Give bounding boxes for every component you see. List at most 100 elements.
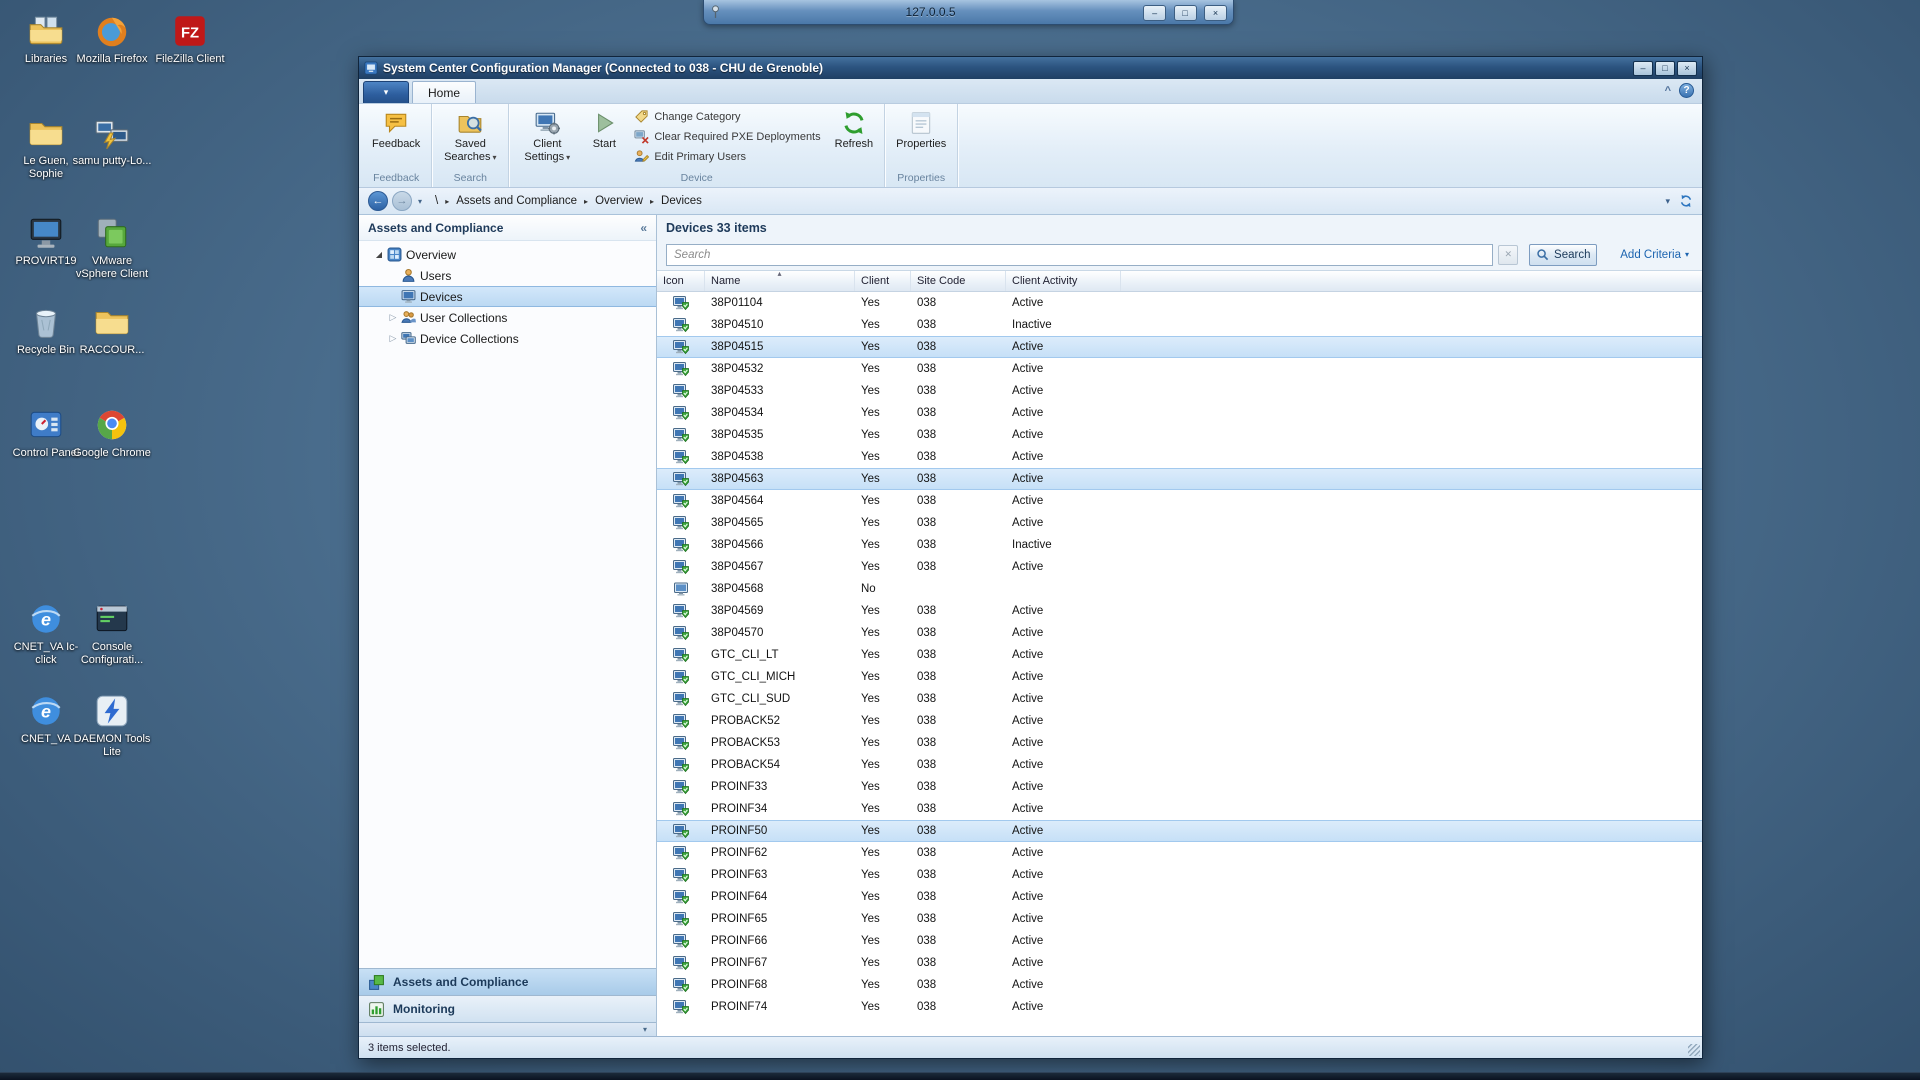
device-row-proinf50[interactable]: PROINF50Yes038Active [657, 820, 1702, 842]
ribbon-button-feedback[interactable]: Feedback [366, 106, 426, 171]
back-button[interactable]: ← [368, 191, 388, 211]
device-row-38p04533[interactable]: 38P04533Yes038Active [657, 380, 1702, 402]
search-input[interactable] [666, 244, 1493, 266]
device-row-38p04534[interactable]: 38P04534Yes038Active [657, 402, 1702, 424]
device-row-38p04567[interactable]: 38P04567Yes038Active [657, 556, 1702, 578]
rdp-minimize-button[interactable]: – [1143, 5, 1166, 21]
collapse-pane-icon[interactable]: « [640, 221, 647, 235]
chevron-down-icon[interactable]: ▾ [643, 1025, 647, 1034]
desktop-icon-filezilla-client[interactable]: FZFileZilla Client [150, 12, 230, 66]
ribbon-button-clear-required-pxe-deployments[interactable]: Clear Required PXE Deployments [630, 127, 824, 146]
rdp-close-button[interactable]: × [1204, 5, 1227, 21]
desktop-icon-daemon-tools-lite[interactable]: DAEMON Tools Lite [72, 692, 152, 759]
ribbon-button-client-settings[interactable]: Client Settings▾ [514, 106, 580, 171]
device-row-38p04565[interactable]: 38P04565Yes038Active [657, 512, 1702, 534]
pin-icon[interactable] [710, 4, 721, 20]
device-row-gtc-cli-mich[interactable]: GTC_CLI_MICHYes038Active [657, 666, 1702, 688]
ie-icon: e [27, 692, 65, 730]
device-row-38p04563[interactable]: 38P04563Yes038Active [657, 468, 1702, 490]
ribbon-button-edit-primary-users[interactable]: Edit Primary Users [630, 147, 824, 166]
device-row-proback53[interactable]: PROBACK53Yes038Active [657, 732, 1702, 754]
breadcrumb-item-assets-and-compliance[interactable]: Assets and Compliance [452, 193, 581, 209]
device-row-38p04515[interactable]: 38P04515Yes038Active [657, 336, 1702, 358]
device-row-proinf62[interactable]: PROINF62Yes038Active [657, 842, 1702, 864]
search-button[interactable]: Search [1529, 244, 1597, 266]
ribbon-button-start[interactable]: Start [582, 106, 626, 171]
column-header-icon[interactable]: Icon [657, 271, 705, 291]
tree-item-devices[interactable]: Devices [359, 286, 656, 307]
device-row-proinf65[interactable]: PROINF65Yes038Active [657, 908, 1702, 930]
resize-grip[interactable] [1688, 1044, 1700, 1056]
desktop-icon-samu-putty-lo[interactable]: samu putty-Lo... [72, 114, 152, 168]
device-row-proinf74[interactable]: PROINF74Yes038Active [657, 996, 1702, 1018]
ribbon-button-refresh[interactable]: Refresh [829, 106, 880, 171]
device-row-proinf63[interactable]: PROINF63Yes038Active [657, 864, 1702, 886]
address-dropdown-icon[interactable]: ▾ [1665, 196, 1670, 207]
device-row-proinf67[interactable]: PROINF67Yes038Active [657, 952, 1702, 974]
nav-button-monitoring[interactable]: Monitoring [359, 995, 656, 1022]
device-row-38p01104[interactable]: 38P01104Yes038Active [657, 292, 1702, 314]
device-row-proback54[interactable]: PROBACK54Yes038Active [657, 754, 1702, 776]
device-row-38p04538[interactable]: 38P04538Yes038Active [657, 446, 1702, 468]
chevron-down-icon: ▾ [566, 153, 570, 162]
tree-item-users[interactable]: Users [359, 265, 656, 286]
column-header-client-activity[interactable]: Client Activity [1006, 271, 1121, 291]
status-text: 3 items selected. [368, 1042, 451, 1054]
device-row-38p04570[interactable]: 38P04570Yes038Active [657, 622, 1702, 644]
breadcrumb-item-item[interactable]: \ [431, 193, 442, 209]
desktop-icon-google-chrome[interactable]: Google Chrome [72, 406, 152, 460]
recent-locations-icon[interactable]: ▾ [418, 197, 422, 206]
window-close-button[interactable]: × [1677, 61, 1697, 76]
tree-item-device-collections[interactable]: ▷Device Collections [359, 328, 656, 349]
device-row-gtc-cli-lt[interactable]: GTC_CLI_LTYes038Active [657, 644, 1702, 666]
ribbon-button-saved-searches[interactable]: Saved Searches▾ [437, 106, 503, 171]
device-row-38p04569[interactable]: 38P04569Yes038Active [657, 600, 1702, 622]
breadcrumb-item-devices[interactable]: Devices [657, 193, 706, 209]
ribbon-button-change-category[interactable]: Change Category [630, 107, 824, 126]
tree-item-user-collections[interactable]: ▷User Collections [359, 307, 656, 328]
nav-button-assets-and-compliance[interactable]: Assets and Compliance [359, 968, 656, 995]
device-row-38p04568[interactable]: 38P04568No [657, 578, 1702, 600]
application-menu-button[interactable]: ▾ [363, 81, 409, 103]
device-row-38p04566[interactable]: 38P04566Yes038Inactive [657, 534, 1702, 556]
window-maximize-button[interactable]: □ [1655, 61, 1675, 76]
device-row-proinf64[interactable]: PROINF64Yes038Active [657, 886, 1702, 908]
refresh-icon[interactable] [1679, 194, 1693, 208]
tree-expanded-icon[interactable]: ◢ [371, 250, 387, 259]
forward-button[interactable]: → [392, 191, 412, 211]
window-minimize-button[interactable]: – [1633, 61, 1653, 76]
device-row-38p04564[interactable]: 38P04564Yes038Active [657, 490, 1702, 512]
help-icon[interactable]: ? [1679, 83, 1694, 98]
rdp-restore-button[interactable]: □ [1174, 5, 1197, 21]
desktop-icon-console-configurati[interactable]: Console Configurati... [72, 600, 152, 667]
device-row-38p04510[interactable]: 38P04510Yes038Inactive [657, 314, 1702, 336]
ribbon-collapse-icon[interactable]: ^ [1665, 85, 1671, 97]
workspace-options-strip[interactable]: ▾ [359, 1022, 656, 1036]
add-criteria-link[interactable]: Add Criteria ▾ [1620, 249, 1689, 261]
tree-collapsed-icon[interactable]: ▷ [385, 312, 401, 323]
window-titlebar[interactable]: System Center Configuration Manager (Con… [359, 57, 1702, 79]
breadcrumb-item-overview[interactable]: Overview [591, 193, 647, 209]
desktop-icon-raccour[interactable]: RACCOUR... [72, 303, 152, 357]
device-shield-icon [673, 493, 689, 509]
device-row-proinf34[interactable]: PROINF34Yes038Active [657, 798, 1702, 820]
device-row-proinf66[interactable]: PROINF66Yes038Active [657, 930, 1702, 952]
device-row-proinf68[interactable]: PROINF68Yes038Active [657, 974, 1702, 996]
clear-search-button[interactable]: ✕ [1498, 245, 1518, 265]
device-row-38p04532[interactable]: 38P04532Yes038Active [657, 358, 1702, 380]
taskbar-edge[interactable] [0, 1072, 1920, 1080]
column-header-client[interactable]: Client [855, 271, 911, 291]
edit-primary-users-icon [634, 149, 649, 164]
device-row-proinf33[interactable]: PROINF33Yes038Active [657, 776, 1702, 798]
column-header-name[interactable]: ▴Name [705, 271, 855, 291]
column-header-site-code[interactable]: Site Code [911, 271, 1006, 291]
tab-home[interactable]: Home [412, 81, 476, 103]
device-row-gtc-cli-sud[interactable]: GTC_CLI_SUDYes038Active [657, 688, 1702, 710]
device-row-proback52[interactable]: PROBACK52Yes038Active [657, 710, 1702, 732]
ribbon-button-properties[interactable]: Properties [890, 106, 952, 171]
desktop-icon-mozilla-firefox[interactable]: Mozilla Firefox [72, 12, 152, 66]
tree-collapsed-icon[interactable]: ▷ [385, 333, 401, 344]
desktop-icon-vmware-vsphere-client[interactable]: VMware vSphere Client [72, 214, 152, 281]
device-row-38p04535[interactable]: 38P04535Yes038Active [657, 424, 1702, 446]
tree-item-overview[interactable]: ◢Overview [359, 244, 656, 265]
